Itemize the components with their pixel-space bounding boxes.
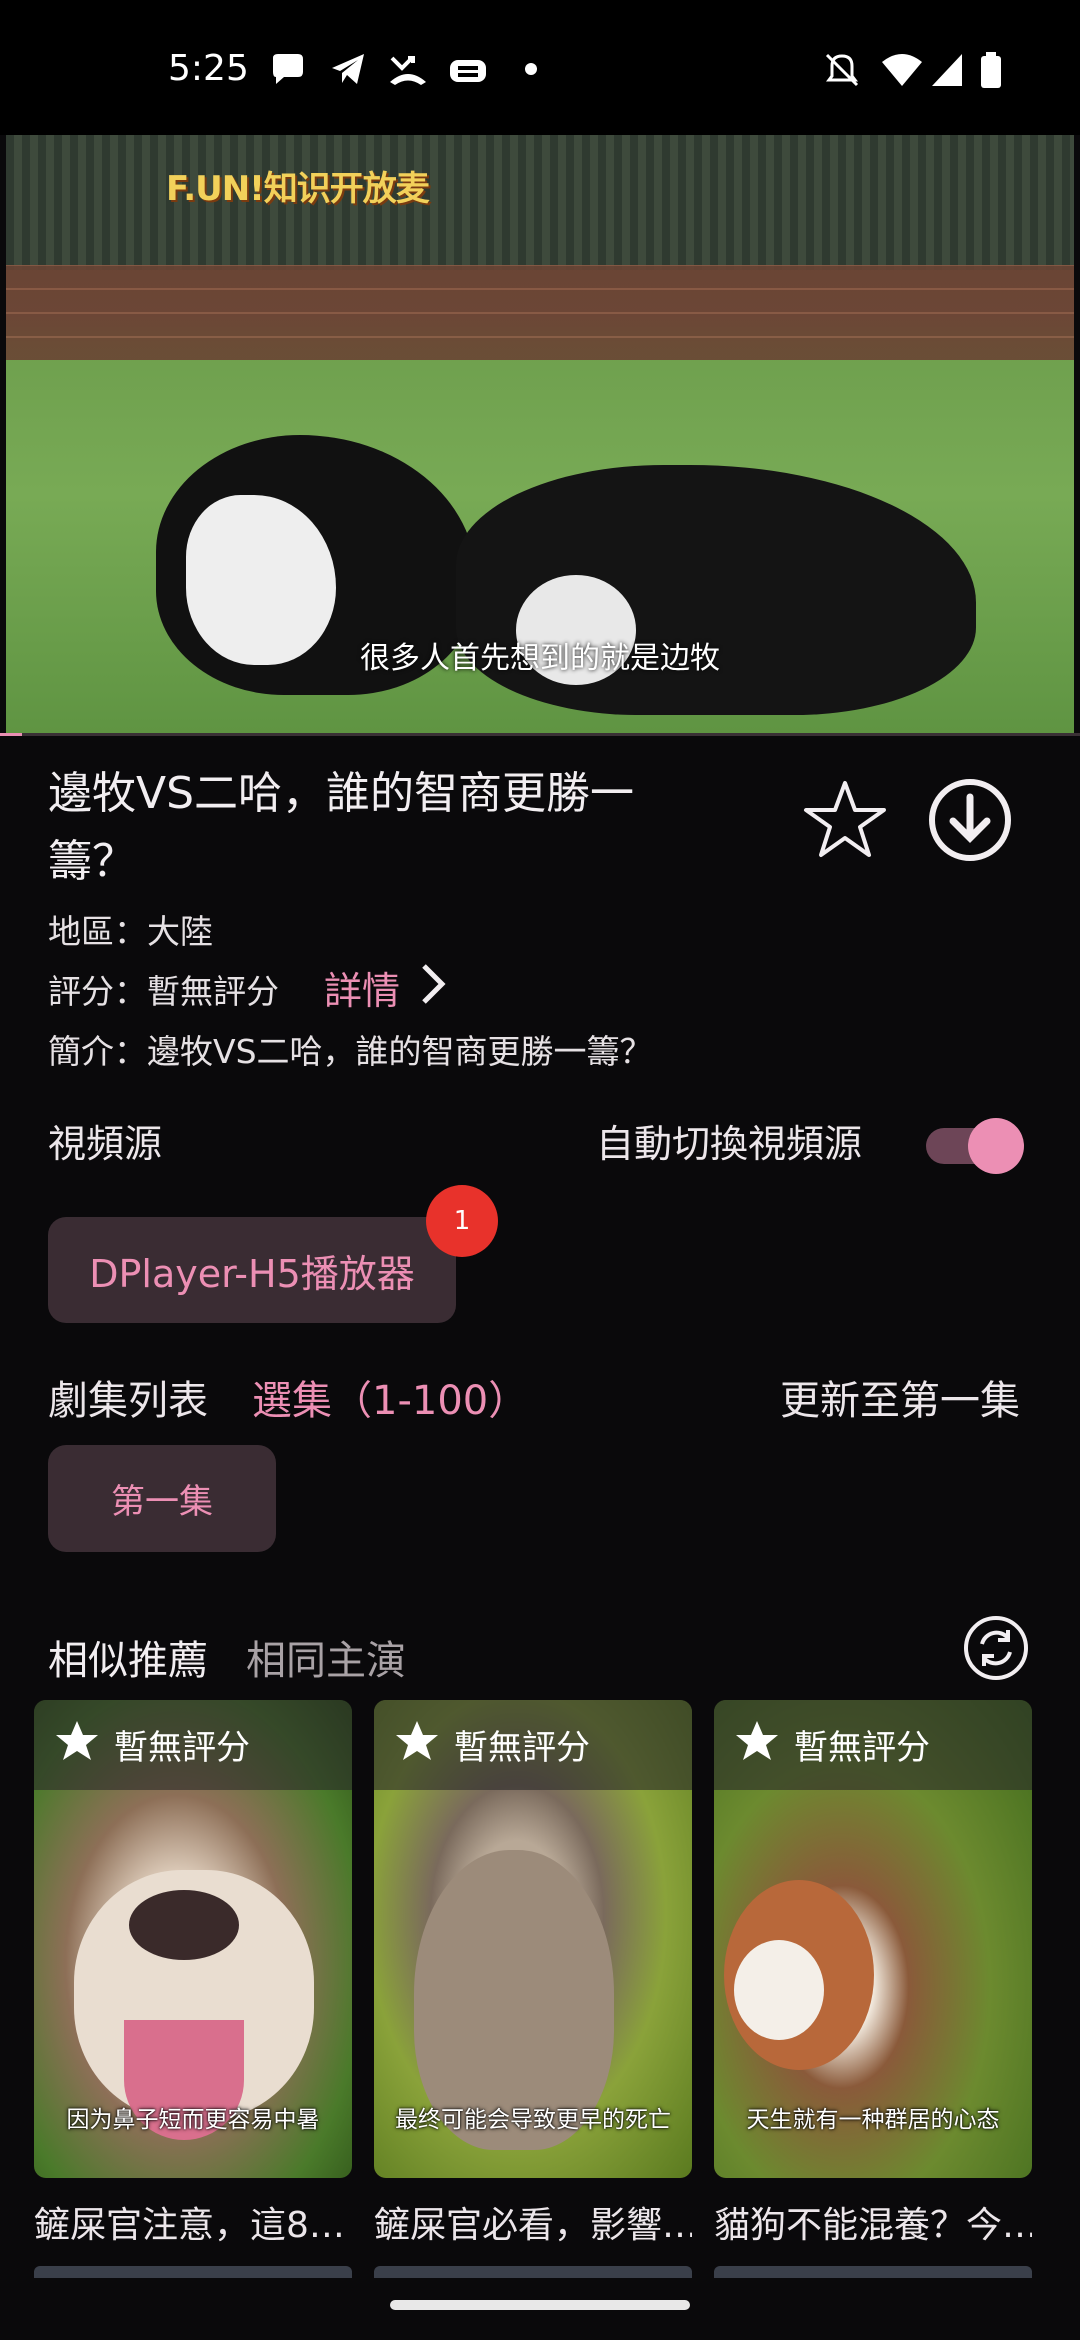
- card-caption: 最终可能会导致更早的死亡: [395, 2107, 671, 2133]
- chevron-right-icon[interactable]: [418, 962, 448, 1006]
- mute-icon: [825, 53, 859, 87]
- episode-select-link[interactable]: 選集（1-100）: [252, 1368, 528, 1426]
- card-rating: 暫無評分: [794, 1728, 930, 1768]
- card-caption: 天生就有一种群居的心态: [746, 2107, 1000, 2133]
- episode-update-text: 更新至第一集: [780, 1378, 1020, 1424]
- recommend-card[interactable]: 暫無評分 因为鼻子短而更容易中暑: [34, 1700, 352, 2178]
- wifi-icon: [882, 54, 922, 86]
- next-row-card-edge: [34, 2266, 352, 2278]
- refresh-icon[interactable]: [962, 1614, 1030, 1682]
- card-rating: 暫無評分: [114, 1728, 250, 1768]
- battery-icon: [981, 52, 1001, 88]
- star-icon: [56, 1721, 98, 1760]
- star-icon: [396, 1721, 438, 1760]
- star-icon: [736, 1721, 778, 1760]
- card-thumbnail-dog-face: [734, 1940, 824, 2040]
- video-logo: F.UN!知识开放麦: [166, 169, 430, 209]
- auto-switch-toggle[interactable]: [926, 1118, 1024, 1174]
- source-label: 視頻源: [48, 1122, 163, 1166]
- chat-bubble-icon: [273, 54, 303, 84]
- signal-icon: [932, 54, 962, 86]
- recommend-card[interactable]: 暫無評分 最终可能会导致更早的死亡: [374, 1700, 692, 2178]
- intro-text: 簡介：邊牧VS二哈，誰的智商更勝一籌？: [48, 1032, 653, 1071]
- video-scene-wall: [6, 265, 1074, 360]
- video-player[interactable]: F.UN!知识开放麦 很多人首先想到的就是边牧: [6, 135, 1074, 735]
- detail-link[interactable]: 詳情: [324, 960, 400, 1015]
- star-icon[interactable]: [800, 775, 890, 865]
- auto-switch-label: 自動切換視頻源: [596, 1122, 863, 1166]
- rating-text: 評分：暫無評分: [48, 972, 279, 1011]
- tab-same-cast[interactable]: 相同主演: [246, 1628, 406, 1686]
- source-count-badge: 1: [426, 1185, 498, 1257]
- card-caption: 因为鼻子短而更容易中暑: [66, 2107, 320, 2133]
- video-progress-bar[interactable]: [0, 733, 1080, 736]
- region-text: 地區：大陸: [48, 912, 213, 951]
- episode-button[interactable]: 第一集: [48, 1445, 276, 1552]
- dot-icon: [525, 63, 537, 75]
- status-bar: 5:25: [0, 0, 1080, 135]
- next-row-card-edge: [714, 2266, 1032, 2278]
- video-subtitle: 很多人首先想到的就是边牧: [360, 641, 720, 676]
- download-icon[interactable]: [925, 775, 1015, 865]
- player-source-button[interactable]: DPlayer-H5播放器: [48, 1217, 456, 1323]
- card-title[interactable]: 鏟屎官必看，影響…: [374, 2196, 692, 2248]
- card-thumbnail-nose: [129, 1890, 239, 1960]
- missed-call-icon: [390, 56, 426, 85]
- toggle-knob: [968, 1118, 1024, 1174]
- video-progress-fill: [0, 733, 22, 736]
- card-title[interactable]: 貓狗不能混養？今…: [714, 2196, 1032, 2248]
- tab-similar[interactable]: 相似推薦: [48, 1628, 208, 1686]
- home-indicator[interactable]: [390, 2300, 690, 2310]
- episode-list-label: 劇集列表: [48, 1378, 208, 1424]
- card-rating: 暫無評分: [454, 1728, 590, 1768]
- printer-icon: [450, 60, 486, 82]
- card-title[interactable]: 鏟屎官注意，這8…: [34, 2196, 352, 2248]
- next-row-card-edge: [374, 2266, 692, 2278]
- status-time: 5:25: [168, 48, 249, 89]
- recommend-card[interactable]: 暫無評分 天生就有一种群居的心态: [714, 1700, 1032, 2178]
- video-title: 邊牧VS二哈，誰的智商更勝一籌？: [48, 768, 635, 887]
- telegram-icon: [332, 54, 364, 84]
